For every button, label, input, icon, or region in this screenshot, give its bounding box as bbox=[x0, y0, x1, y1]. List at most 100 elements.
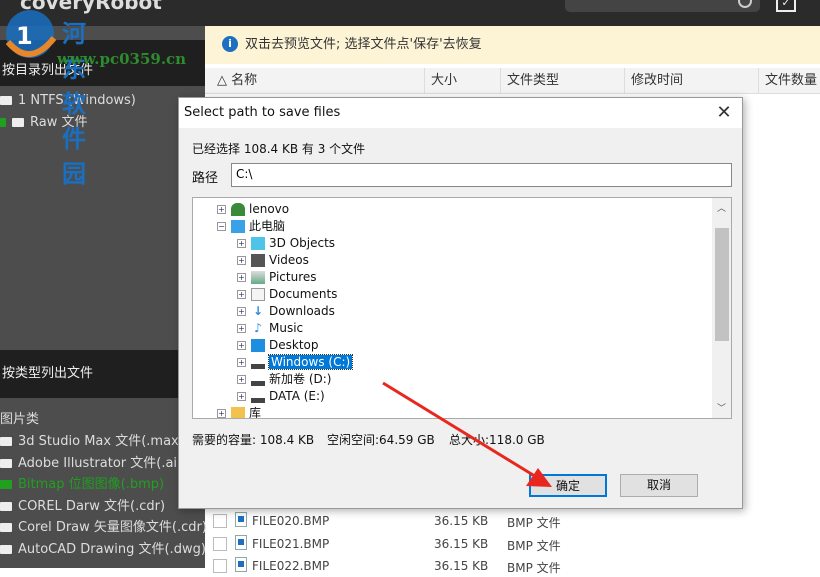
row-checkbox[interactable] bbox=[213, 537, 227, 551]
tree-label: Windows (C:) bbox=[267, 354, 354, 370]
table-header: △ 名称 大小 文件类型 修改时间 文件数量 bbox=[205, 68, 820, 94]
scroll-down-icon[interactable]: ﹀ bbox=[717, 401, 726, 414]
type-item-label: Bitmap 位图图像(.bmp) bbox=[18, 477, 165, 492]
folder-icon bbox=[0, 545, 12, 554]
cancel-button[interactable]: 取消 bbox=[620, 474, 698, 497]
tree-item[interactable]: + Desktop bbox=[237, 337, 352, 354]
checkbox-icon[interactable] bbox=[0, 118, 6, 127]
expand-icon[interactable]: + bbox=[217, 409, 226, 418]
type-item-selected[interactable]: Bitmap 位图图像(.bmp) bbox=[0, 475, 164, 495]
required-space: 需要的容量: 108.4 KB bbox=[192, 433, 315, 447]
expand-icon[interactable]: + bbox=[237, 307, 246, 316]
expand-icon[interactable]: + bbox=[237, 392, 246, 401]
tree-label: 3D Objects bbox=[269, 236, 336, 250]
ok-button[interactable]: 确定 bbox=[529, 474, 607, 497]
expand-icon[interactable]: + bbox=[237, 256, 246, 265]
folder-tree[interactable]: + lenovo − 此电脑 +3D Objects + Videos + Pictur… bbox=[192, 197, 732, 419]
3d-objects-icon bbox=[251, 237, 265, 250]
scroll-up-icon[interactable]: ︿ bbox=[717, 201, 726, 214]
tree-item-this-pc[interactable]: − 此电脑 bbox=[217, 218, 352, 235]
close-button[interactable]: ✕ bbox=[711, 100, 737, 126]
type-item[interactable]: 3d Studio Max 文件(.max) bbox=[0, 432, 184, 452]
tree-item-library[interactable]: + 库 bbox=[217, 405, 352, 418]
music-icon: ♪ bbox=[254, 321, 262, 335]
tree-label: 此电脑 bbox=[249, 219, 286, 233]
watermark-logo-icon: 1 bbox=[5, 10, 57, 58]
type-item-label: AutoCAD Drawing 文件(.dwg) bbox=[18, 542, 206, 557]
drive-icon bbox=[251, 373, 265, 386]
path-input[interactable]: C:\ bbox=[231, 163, 732, 187]
file-type: BMP 文件 bbox=[507, 539, 561, 553]
tree-label: Desktop bbox=[269, 338, 319, 352]
row-checkbox[interactable] bbox=[213, 559, 227, 573]
col-modified[interactable]: 修改时间 bbox=[625, 68, 759, 94]
col-type[interactable]: 文件类型 bbox=[501, 68, 625, 94]
documents-icon bbox=[251, 288, 265, 301]
folder-icon bbox=[0, 523, 12, 532]
type-item[interactable]: Corel Draw 矢量图像文件(.cdr) bbox=[0, 518, 207, 538]
tree-label: Music bbox=[269, 321, 304, 335]
tree-item-selected[interactable]: + Windows (C:) bbox=[237, 354, 354, 371]
tree-item[interactable]: + Pictures bbox=[237, 269, 352, 286]
tree-item[interactable]: + ♪ Music bbox=[237, 320, 352, 337]
table-row[interactable]: FILE022.BMP 36.15 KB BMP 文件 bbox=[205, 555, 820, 577]
drive-icon bbox=[251, 356, 265, 369]
type-item[interactable]: COREL Darw 文件(.cdr) bbox=[0, 497, 165, 517]
folder-icon bbox=[0, 96, 12, 105]
type-item[interactable]: AutoCAD Drawing 文件(.dwg) bbox=[0, 540, 206, 560]
type-item-label: Adobe Illustrator 文件(.ai) bbox=[18, 456, 183, 471]
expand-icon[interactable]: + bbox=[237, 375, 246, 384]
tree-item[interactable]: +3D Objects bbox=[237, 235, 352, 252]
selection-summary: 已经选择 108.4 KB 有 3 个文件 bbox=[192, 142, 366, 156]
table-row[interactable]: FILE020.BMP 36.15 KB BMP 文件 bbox=[205, 510, 820, 532]
select-all-icon[interactable]: ✓ bbox=[776, 0, 796, 12]
type-category[interactable]: 图片类 bbox=[0, 410, 39, 430]
user-icon bbox=[231, 203, 245, 216]
downloads-icon: ↓ bbox=[252, 304, 264, 318]
tree-label: lenovo bbox=[249, 202, 290, 216]
bmp-file-icon bbox=[235, 535, 247, 550]
search-input[interactable] bbox=[565, 0, 760, 12]
tree-label: 新加卷 (D:) bbox=[269, 372, 332, 386]
table-row[interactable]: FILE021.BMP 36.15 KB BMP 文件 bbox=[205, 533, 820, 555]
col-size[interactable]: 大小 bbox=[425, 68, 501, 94]
save-path-dialog: Select path to save files ✕ 已经选择 108.4 K… bbox=[178, 97, 743, 509]
tree-item[interactable]: + DATA (E:) bbox=[237, 388, 352, 405]
type-item[interactable]: Adobe Illustrator 文件(.ai) bbox=[0, 454, 182, 474]
info-icon: i bbox=[222, 36, 238, 52]
tree-scrollbar[interactable]: ︿ ﹀ bbox=[712, 198, 731, 418]
tree-label: Pictures bbox=[269, 270, 317, 284]
file-name: FILE022.BMP bbox=[252, 559, 330, 573]
file-size: 36.15 KB bbox=[434, 514, 489, 528]
file-name: FILE021.BMP bbox=[252, 537, 330, 551]
type-item-label: 3d Studio Max 文件(.max) bbox=[18, 434, 184, 449]
expand-icon[interactable]: + bbox=[217, 205, 226, 214]
hint-banner: 双击去预览文件; 选择文件点'保存'去恢复 bbox=[205, 26, 820, 64]
col-name[interactable]: △ 名称 bbox=[211, 68, 425, 94]
tree-item[interactable]: + 新加卷 (D:) bbox=[237, 371, 352, 388]
expand-icon[interactable]: + bbox=[237, 239, 246, 248]
file-type: BMP 文件 bbox=[507, 516, 561, 530]
col-count[interactable]: 文件数量 bbox=[759, 68, 820, 94]
path-label: 路径 bbox=[192, 171, 219, 186]
expand-icon[interactable]: + bbox=[237, 290, 246, 299]
tree-item[interactable]: + ↓ Downloads bbox=[237, 303, 352, 320]
bmp-file-icon bbox=[235, 557, 247, 572]
scrollbar-thumb[interactable] bbox=[715, 228, 729, 341]
collapse-icon[interactable]: − bbox=[217, 222, 226, 231]
expand-icon[interactable]: + bbox=[237, 358, 246, 367]
folder-icon bbox=[12, 118, 24, 127]
expand-icon[interactable]: + bbox=[237, 341, 246, 350]
row-checkbox[interactable] bbox=[213, 514, 227, 528]
type-item-label: Corel Draw 矢量图像文件(.cdr) bbox=[18, 520, 207, 535]
watermark-name: 河东软件园 bbox=[62, 19, 86, 188]
tree-item[interactable]: + Videos bbox=[237, 252, 352, 269]
bmp-file-icon bbox=[235, 512, 247, 527]
tree-item-lenovo[interactable]: + lenovo bbox=[217, 201, 352, 218]
folder-icon bbox=[0, 459, 12, 468]
tree-item[interactable]: + Documents bbox=[237, 286, 352, 303]
expand-icon[interactable]: + bbox=[237, 273, 246, 282]
folder-icon bbox=[0, 437, 12, 446]
library-icon bbox=[231, 407, 245, 418]
expand-icon[interactable]: + bbox=[237, 324, 246, 333]
